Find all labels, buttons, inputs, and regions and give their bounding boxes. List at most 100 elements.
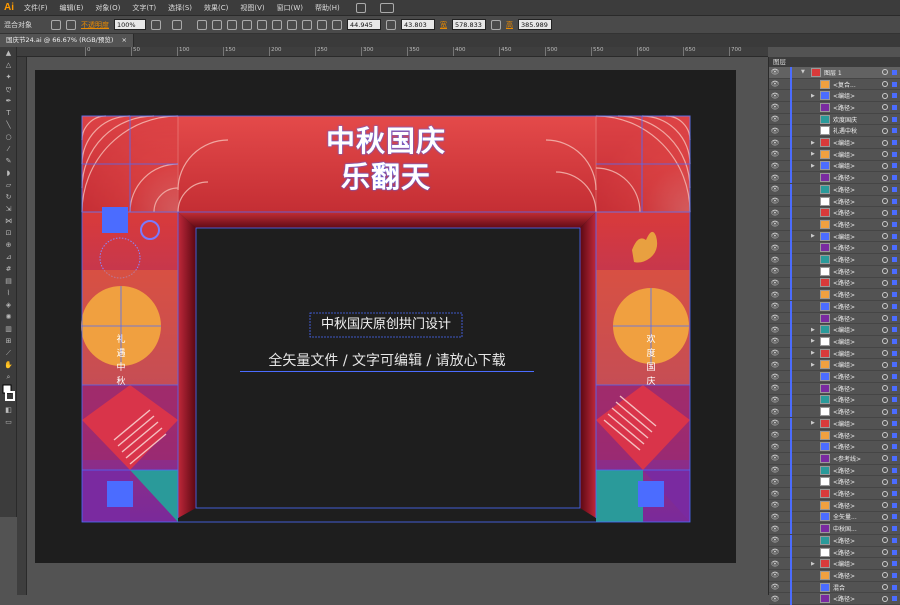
layer-row[interactable]: 👁▶<编组> [769,161,900,173]
layer-row[interactable]: 👁<路径> [769,219,900,231]
selection-indicator[interactable] [892,503,897,508]
target-ring-icon[interactable] [882,444,888,450]
target-ring-icon[interactable] [882,104,888,110]
target-ring-icon[interactable] [882,397,888,403]
selection-indicator[interactable] [892,468,897,473]
selection-indicator[interactable] [892,292,897,297]
target-ring-icon[interactable] [882,315,888,321]
selection-indicator[interactable] [892,573,897,578]
layer-row[interactable]: 👁中秋国... [769,523,900,535]
target-ring-icon[interactable] [882,362,888,368]
target-ring-icon[interactable] [882,374,888,380]
target-ring-icon[interactable] [882,257,888,263]
selection-indicator[interactable] [892,421,897,426]
visibility-eye-icon[interactable]: 👁 [769,571,781,579]
target-ring-icon[interactable] [882,280,888,286]
target-ring-icon[interactable] [882,128,888,134]
layer-row[interactable]: 👁▶<编组> [769,137,900,149]
visibility-eye-icon[interactable]: 👁 [769,291,781,299]
selection-indicator[interactable] [892,550,897,555]
selection-indicator[interactable] [892,339,897,344]
expand-toggle-icon[interactable]: ▶ [811,233,815,239]
selection-indicator[interactable] [892,304,897,309]
target-ring-icon[interactable] [882,584,888,590]
layer-row[interactable]: 👁▶<编组> [769,360,900,372]
layer-row[interactable]: 👁<路径> [769,196,900,208]
visibility-eye-icon[interactable]: 👁 [769,501,781,509]
visibility-eye-icon[interactable]: 👁 [769,326,781,334]
target-ring-icon[interactable] [882,175,888,181]
selection-indicator[interactable] [892,479,897,484]
target-ring-icon[interactable] [882,268,888,274]
visibility-eye-icon[interactable]: 👁 [769,220,781,228]
visibility-eye-icon[interactable]: 👁 [769,419,781,427]
target-ring-icon[interactable] [882,198,888,204]
visibility-eye-icon[interactable]: 👁 [769,525,781,533]
layer-row[interactable]: 👁<路径> [769,547,900,559]
visibility-eye-icon[interactable]: 👁 [769,443,781,451]
target-ring-icon[interactable] [882,245,888,251]
visibility-eye-icon[interactable]: 👁 [769,396,781,404]
selection-indicator[interactable] [892,362,897,367]
arch-subtitle[interactable]: 中秋国庆原创拱门设计 [310,316,462,334]
target-ring-icon[interactable] [882,93,888,99]
selection-indicator[interactable] [892,514,897,519]
selection-indicator[interactable] [892,374,897,379]
target-ring-icon[interactable] [882,596,888,602]
visibility-eye-icon[interactable]: 👁 [769,408,781,416]
layer-row[interactable]: 👁<参考线> [769,453,900,465]
layer-row[interactable]: 👁<路径> [769,278,900,290]
layer-row[interactable]: 👁<路径> [769,102,900,114]
layer-row[interactable]: 👁混合 [769,582,900,594]
target-ring-icon[interactable] [882,455,888,461]
visibility-eye-icon[interactable]: 👁 [769,232,781,240]
selection-indicator[interactable] [892,386,897,391]
visibility-eye-icon[interactable]: 👁 [769,185,781,193]
visibility-eye-icon[interactable]: 👁 [769,244,781,252]
selection-indicator[interactable] [892,596,897,601]
arch-title-line1[interactable]: 中秋国庆 [306,124,466,158]
visibility-eye-icon[interactable]: 👁 [769,197,781,205]
layer-row[interactable]: 👁欢度国庆 [769,114,900,126]
layer-row[interactable]: 👁<路径> [769,406,900,418]
layer-row[interactable]: 👁<路径> [769,289,900,301]
visibility-eye-icon[interactable]: 👁 [769,139,781,147]
layer-row[interactable]: 👁<路径> [769,594,900,605]
expand-toggle-icon[interactable]: ▶ [811,163,815,169]
target-ring-icon[interactable] [882,116,888,122]
selection-indicator[interactable] [892,316,897,321]
expand-toggle-icon[interactable]: ▶ [811,140,815,146]
layer-row[interactable]: 👁<路径> [769,465,900,477]
selection-indicator[interactable] [892,70,897,75]
visibility-eye-icon[interactable]: 👁 [769,548,781,556]
target-ring-icon[interactable] [882,526,888,532]
visibility-eye-icon[interactable]: 👁 [769,349,781,357]
target-ring-icon[interactable] [882,81,888,87]
visibility-eye-icon[interactable]: 👁 [769,150,781,158]
target-ring-icon[interactable] [882,420,888,426]
target-ring-icon[interactable] [882,140,888,146]
target-ring-icon[interactable] [882,409,888,415]
layer-row[interactable]: 👁<路径> [769,441,900,453]
layer-row[interactable]: 👁▶<编组> [769,149,900,161]
selection-indicator[interactable] [892,175,897,180]
visibility-eye-icon[interactable]: 👁 [769,361,781,369]
target-ring-icon[interactable] [882,572,888,578]
target-ring-icon[interactable] [882,432,888,438]
selection-indicator[interactable] [892,561,897,566]
layer-row[interactable]: 👁<路径> [769,243,900,255]
layer-row[interactable]: 👁<路径> [769,313,900,325]
visibility-eye-icon[interactable]: 👁 [769,68,781,76]
layer-row[interactable]: 👁全矢量... [769,512,900,524]
selection-indicator[interactable] [892,269,897,274]
selection-indicator[interactable] [892,245,897,250]
visibility-eye-icon[interactable]: 👁 [769,478,781,486]
visibility-eye-icon[interactable]: 👁 [769,267,781,275]
visibility-eye-icon[interactable]: 👁 [769,337,781,345]
target-ring-icon[interactable] [882,69,888,75]
target-ring-icon[interactable] [882,186,888,192]
arch-title-line2[interactable]: 乐翻天 [306,160,466,194]
selection-indicator[interactable] [892,140,897,145]
visibility-eye-icon[interactable]: 👁 [769,595,781,603]
visibility-eye-icon[interactable]: 👁 [769,454,781,462]
